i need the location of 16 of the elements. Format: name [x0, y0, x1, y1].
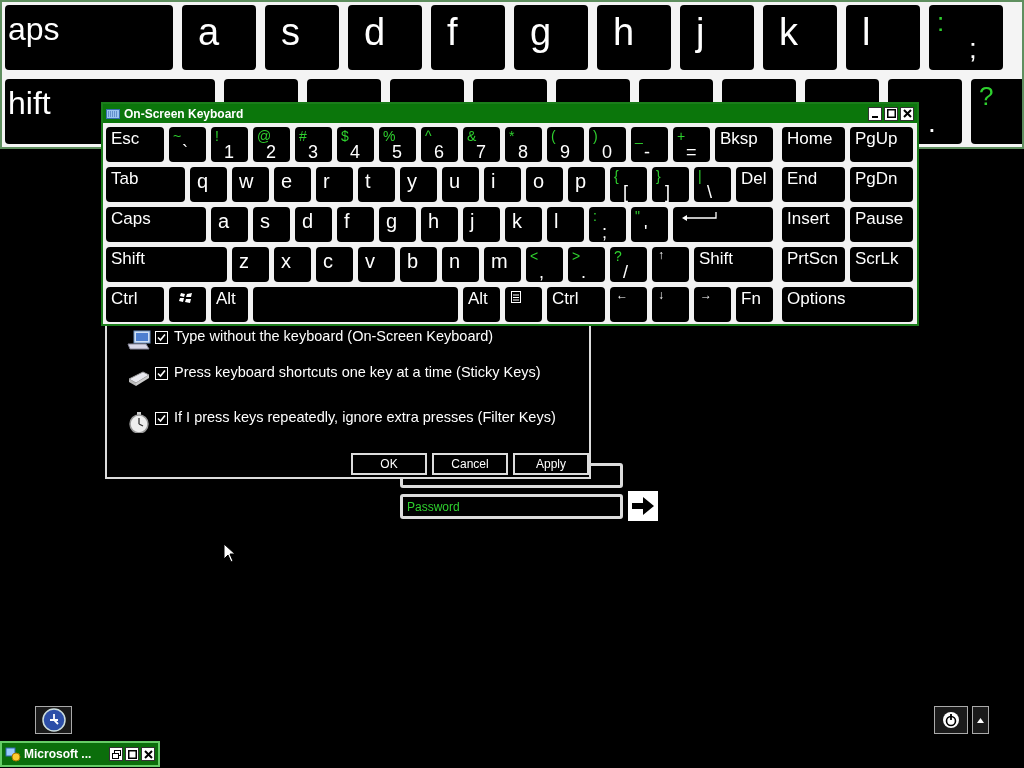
key: d: [348, 5, 422, 70]
window-title: Microsoft ...: [24, 747, 92, 761]
option-label: Type without the keyboard (On-Screen Keyboard): [173, 327, 494, 347]
key: g: [514, 5, 588, 70]
key: k: [763, 5, 837, 70]
key: j: [680, 5, 754, 70]
key: l: [846, 5, 920, 70]
key: : ;: [929, 5, 1003, 70]
key: a: [182, 5, 256, 70]
key: aps: [5, 5, 173, 70]
option-label: If I press keys repeatedly, ignore extra presses (Filter Keys): [173, 408, 556, 428]
key: h: [597, 5, 671, 70]
key: f: [431, 5, 505, 70]
option-label: Press keyboard shortcuts one key at a time (Sticky Keys): [173, 363, 541, 383]
key: ?: [971, 79, 1022, 144]
key: s: [265, 5, 339, 70]
